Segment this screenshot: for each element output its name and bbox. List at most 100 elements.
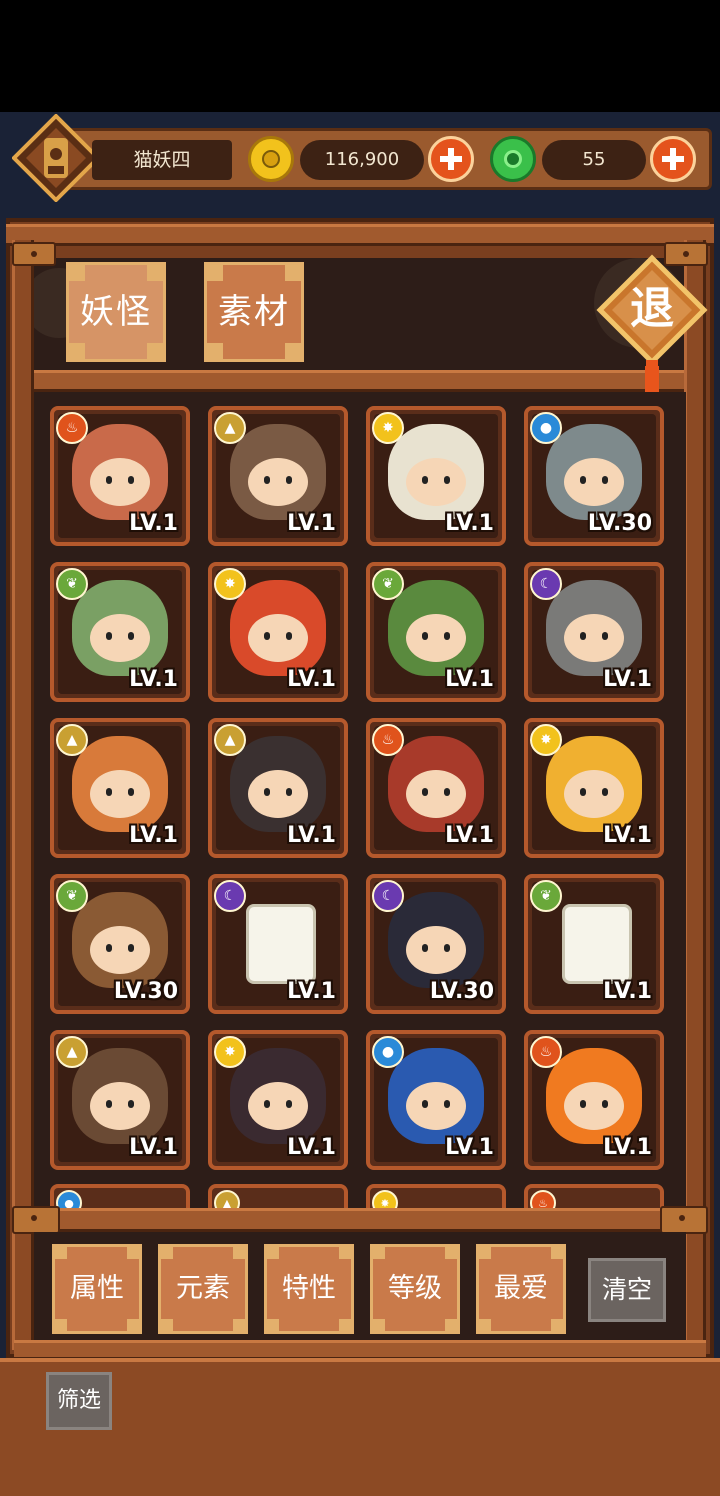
light-element-icon: ✸ bbox=[372, 412, 404, 444]
filter-button[interactable]: 筛选 bbox=[46, 1372, 112, 1430]
top-shelf bbox=[6, 224, 714, 246]
monster-card[interactable]: ▲ LV.1 bbox=[50, 718, 190, 858]
monster-face bbox=[406, 458, 466, 506]
monster-card[interactable]: ♨ LV.1 bbox=[524, 1030, 664, 1170]
monster-level: LV.1 bbox=[129, 511, 178, 536]
monster-face bbox=[248, 770, 308, 818]
monster-level: LV.1 bbox=[287, 667, 336, 692]
monster-face bbox=[90, 926, 150, 974]
filter-1-button[interactable]: 元素 bbox=[158, 1244, 248, 1334]
filter-shelf bbox=[14, 1208, 706, 1232]
player-name: 猫妖四 bbox=[92, 140, 232, 180]
monster-level: LV.30 bbox=[113, 979, 178, 1004]
monster-card[interactable]: ❦ LV.30 bbox=[50, 874, 190, 1014]
monster-face bbox=[564, 614, 624, 662]
wood-element-icon: ❦ bbox=[56, 880, 88, 912]
monster-card[interactable]: ❦ LV.1 bbox=[524, 874, 664, 1014]
wood-element-icon: ❦ bbox=[530, 880, 562, 912]
light-element-icon: ✸ bbox=[530, 724, 562, 756]
monster-card[interactable]: ☾ LV.1 bbox=[208, 874, 348, 1014]
monster-level: LV.1 bbox=[603, 667, 652, 692]
filter-label: 属性 bbox=[70, 1273, 124, 1304]
monster-card[interactable]: ♨ LV.1 bbox=[50, 406, 190, 546]
dark-element-icon: ☾ bbox=[214, 880, 246, 912]
monster-face bbox=[406, 614, 466, 662]
light-element-icon: ✸ bbox=[214, 1036, 246, 1068]
monster-level: LV.1 bbox=[603, 1135, 652, 1160]
exit-button[interactable]: 退 bbox=[594, 252, 710, 416]
filter-label: 元素 bbox=[176, 1273, 230, 1304]
jade-amount: 55 bbox=[542, 140, 646, 180]
filter-3-button[interactable]: 等级 bbox=[370, 1244, 460, 1334]
monster-face bbox=[406, 770, 466, 818]
monster-level: LV.30 bbox=[429, 979, 494, 1004]
monster-face bbox=[406, 1082, 466, 1130]
earth-element-icon: ▲ bbox=[214, 412, 246, 444]
monster-face bbox=[90, 458, 150, 506]
water-element-icon: ● bbox=[530, 412, 562, 444]
monster-face bbox=[248, 614, 308, 662]
monster-face bbox=[564, 1082, 624, 1130]
add-jade-button[interactable] bbox=[650, 136, 696, 182]
monster-level: LV.1 bbox=[129, 1135, 178, 1160]
tab-materials-label: 素材 bbox=[218, 292, 290, 332]
monster-level: LV.1 bbox=[445, 667, 494, 692]
mahjong-tile-icon bbox=[562, 904, 632, 984]
monster-card[interactable]: ☾ LV.30 bbox=[366, 874, 506, 1014]
earth-element-icon: ▲ bbox=[214, 724, 246, 756]
filter-label: 特性 bbox=[282, 1273, 336, 1304]
bracket bbox=[12, 1206, 60, 1234]
monster-face bbox=[564, 458, 624, 506]
monster-card[interactable]: ❦ LV.1 bbox=[366, 562, 506, 702]
filter-label: 最爱 bbox=[494, 1273, 548, 1304]
monster-card[interactable]: ✸ LV.1 bbox=[208, 1030, 348, 1170]
wood-element-icon: ❦ bbox=[372, 568, 404, 600]
fire-element-icon: ♨ bbox=[530, 1036, 562, 1068]
earth-element-icon: ▲ bbox=[56, 1036, 88, 1068]
jade-coin-icon bbox=[490, 136, 536, 182]
bracket bbox=[12, 242, 56, 266]
bottom-shelf bbox=[14, 1340, 706, 1360]
monster-card[interactable]: ▲ LV.1 bbox=[208, 406, 348, 546]
filter-0-button[interactable]: 属性 bbox=[52, 1244, 142, 1334]
monster-card[interactable]: ✸ LV.1 bbox=[366, 406, 506, 546]
monster-card[interactable]: ● LV.1 bbox=[366, 1030, 506, 1170]
filter-2-button[interactable]: 特性 bbox=[264, 1244, 354, 1334]
tab-materials[interactable]: 素材 bbox=[204, 262, 304, 362]
monster-level: LV.1 bbox=[603, 979, 652, 1004]
monster-level: LV.1 bbox=[287, 1135, 336, 1160]
monster-face bbox=[90, 770, 150, 818]
monster-level: LV.30 bbox=[587, 511, 652, 536]
monster-level: LV.1 bbox=[287, 823, 336, 848]
clear-button[interactable]: 清空 bbox=[588, 1258, 666, 1322]
earth-element-icon: ▲ bbox=[56, 724, 88, 756]
monster-card[interactable]: ❦ LV.1 bbox=[50, 562, 190, 702]
water-element-icon: ● bbox=[372, 1036, 404, 1068]
left-post bbox=[12, 240, 34, 1350]
filter-label: 等级 bbox=[388, 1273, 442, 1304]
monster-card[interactable]: ▲ LV.1 bbox=[50, 1030, 190, 1170]
player-emblem-icon[interactable] bbox=[12, 114, 100, 202]
filter-label: 筛选 bbox=[56, 1388, 101, 1413]
monster-face bbox=[90, 1082, 150, 1130]
monster-level: LV.1 bbox=[287, 511, 336, 536]
mahjong-tile-icon bbox=[246, 904, 316, 984]
monster-card[interactable]: ✸ LV.1 bbox=[524, 718, 664, 858]
monster-card[interactable]: ✸ LV.1 bbox=[208, 562, 348, 702]
filter-4-button[interactable]: 最爱 bbox=[476, 1244, 566, 1334]
right-post bbox=[684, 240, 706, 1350]
monster-level: LV.1 bbox=[445, 1135, 494, 1160]
monster-card[interactable]: ▲ LV.1 bbox=[208, 718, 348, 858]
monster-level: LV.1 bbox=[603, 823, 652, 848]
monster-face bbox=[90, 614, 150, 662]
monster-card[interactable]: ♨ LV.1 bbox=[366, 718, 506, 858]
monster-card[interactable]: ● LV.30 bbox=[524, 406, 664, 546]
dark-element-icon: ☾ bbox=[530, 568, 562, 600]
monster-card[interactable]: ☾ LV.1 bbox=[524, 562, 664, 702]
tab-monsters[interactable]: 妖怪 bbox=[66, 262, 166, 362]
wood-element-icon: ❦ bbox=[56, 568, 88, 600]
fire-element-icon: ♨ bbox=[372, 724, 404, 756]
monster-level: LV.1 bbox=[445, 823, 494, 848]
add-gold-button[interactable] bbox=[428, 136, 474, 182]
tab-shelf bbox=[14, 370, 706, 392]
